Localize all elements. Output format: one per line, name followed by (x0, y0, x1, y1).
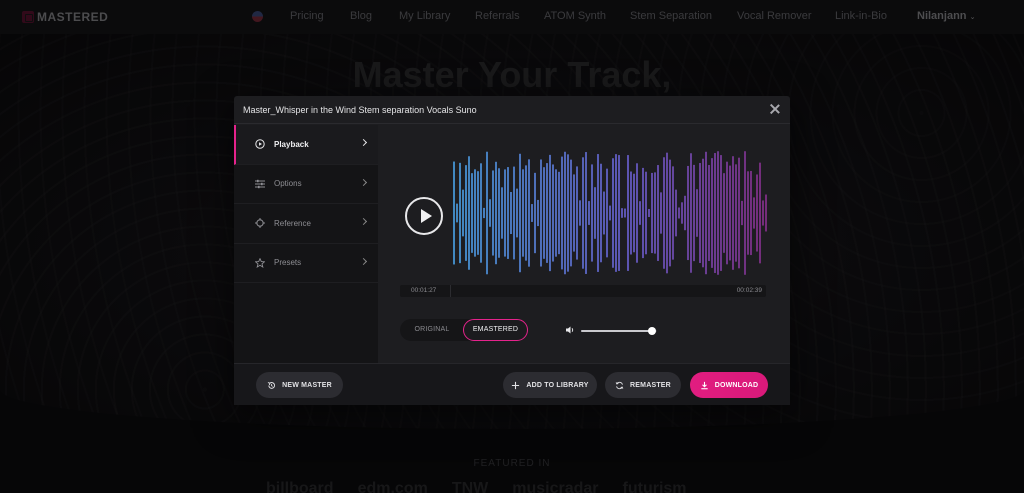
modal-title: Master_Whisper in the Wind Stem separati… (243, 104, 477, 115)
modal-footer: NEW MASTER ADD TO LIBRARY REMASTER DOWNL… (234, 363, 790, 405)
toggle-emastered[interactable]: EMASTERED (463, 319, 528, 341)
new-master-label: NEW MASTER (282, 381, 332, 389)
volume-slider-fill (581, 330, 653, 332)
volume-slider[interactable] (581, 327, 657, 335)
download-label: DOWNLOAD (714, 381, 759, 389)
download-button[interactable]: DOWNLOAD (690, 372, 768, 398)
volume-icon[interactable] (565, 325, 575, 335)
playback-timeline[interactable]: 00:01:27 00:02:39 (400, 285, 766, 297)
star-icon (255, 257, 265, 268)
chevron-right-icon (359, 257, 368, 265)
chevron-right-icon (359, 138, 368, 147)
add-to-library-button[interactable]: ADD TO LIBRARY (503, 372, 597, 398)
playback-panel: 00:01:27 00:02:39 ORIGINAL EMASTERED (378, 125, 790, 363)
sidebar-item-label: Presets (274, 258, 302, 268)
play-circle-icon (255, 139, 265, 149)
modal-header: Master_Whisper in the Wind Stem separati… (234, 96, 790, 124)
master-modal: Master_Whisper in the Wind Stem separati… (234, 96, 790, 405)
sidebar-item-playback[interactable]: Playback (234, 125, 378, 165)
chevron-right-icon (359, 217, 368, 226)
play-button[interactable] (405, 197, 443, 235)
plus-icon (512, 381, 520, 389)
refresh-icon (615, 381, 624, 389)
original-emastered-toggle: ORIGINAL EMASTERED (400, 319, 528, 341)
playhead-divider (450, 285, 451, 297)
sliders-icon (255, 179, 265, 188)
new-master-button[interactable]: NEW MASTER (256, 372, 343, 398)
sidebar-item-reference[interactable]: Reference (234, 204, 378, 244)
download-icon (701, 381, 708, 389)
crosshair-icon (255, 218, 265, 229)
toggle-original[interactable]: ORIGINAL (400, 319, 464, 341)
modal-sidebar: Playback Options Reference Presets (234, 125, 378, 363)
remaster-label: REMASTER (630, 381, 671, 389)
waveform[interactable] (452, 149, 768, 277)
history-icon (267, 381, 276, 389)
sidebar-item-options[interactable]: Options (234, 165, 378, 204)
chevron-right-icon (359, 178, 368, 186)
remaster-button[interactable]: REMASTER (605, 372, 681, 398)
sidebar-item-label: Reference (274, 218, 311, 228)
current-time: 00:01:27 (411, 287, 437, 294)
sidebar-item-label: Options (274, 179, 302, 189)
add-to-library-label: ADD TO LIBRARY (526, 381, 589, 389)
volume-slider-thumb[interactable] (648, 327, 657, 335)
sidebar-item-label: Playback (274, 139, 309, 149)
sidebar-item-presets[interactable]: Presets (234, 244, 378, 283)
close-icon[interactable] (769, 103, 781, 115)
total-time: 00:02:39 (736, 287, 762, 294)
